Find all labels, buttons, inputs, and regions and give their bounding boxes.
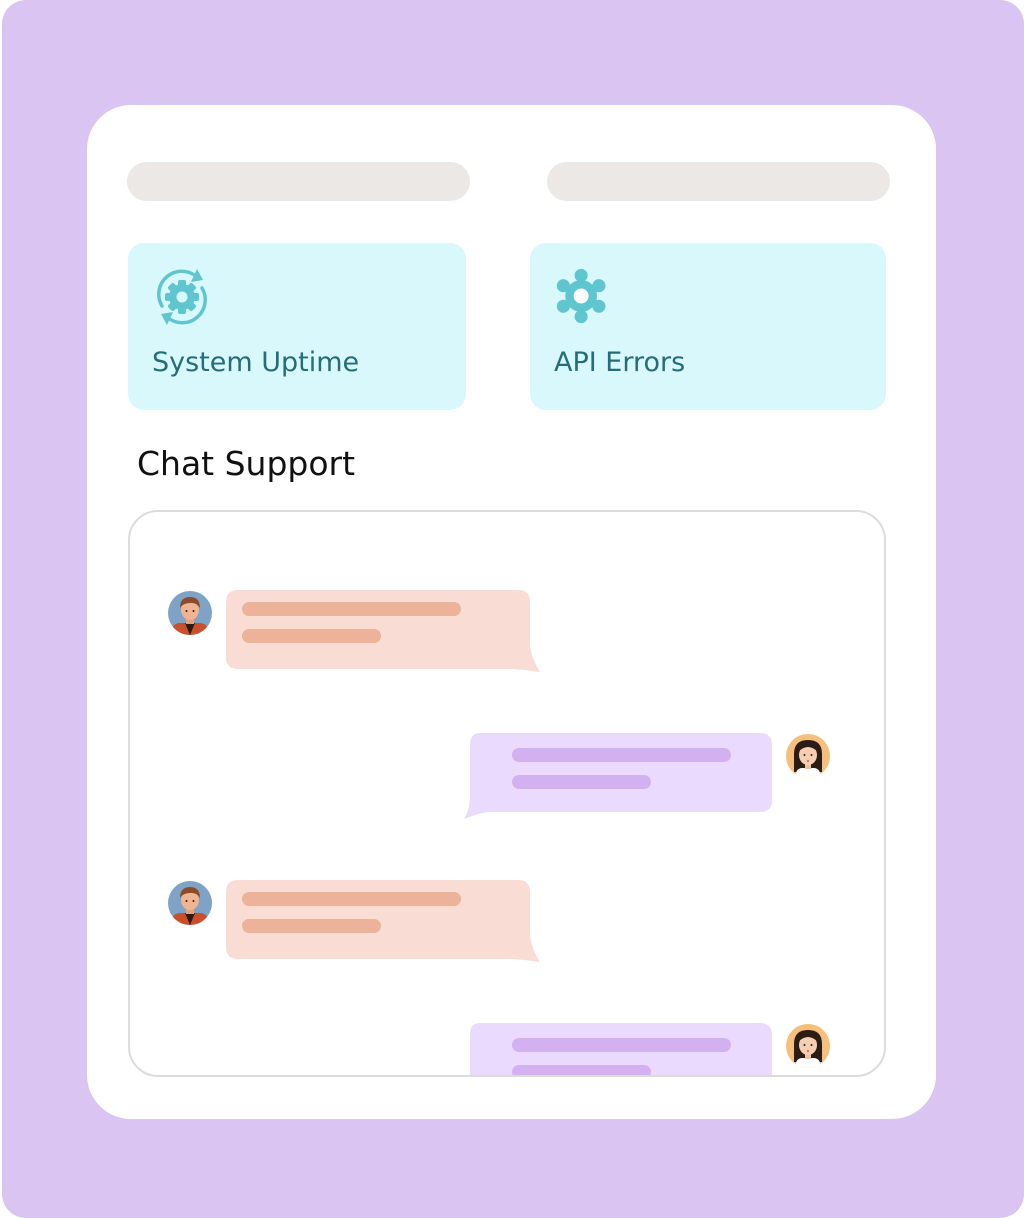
stat-label-api-errors: API Errors	[554, 347, 686, 378]
female-avatar	[786, 734, 830, 778]
male-avatar	[168, 591, 212, 635]
search-placeholder-right[interactable]	[547, 162, 890, 201]
agent-message-bubble	[226, 880, 540, 962]
chat-panel[interactable]	[128, 510, 886, 1077]
agent-message-bubble	[226, 590, 540, 672]
user-message-bubble	[464, 733, 772, 819]
gear-icon	[556, 268, 606, 324]
gear-refresh-icon	[157, 269, 207, 325]
user-message-bubble	[470, 1023, 772, 1075]
stat-card-api-errors[interactable]: API Errors	[530, 243, 886, 410]
search-placeholder-left[interactable]	[127, 162, 470, 201]
female-avatar	[786, 1024, 830, 1068]
stat-card-system-uptime[interactable]: System Uptime	[128, 243, 466, 410]
stat-label-system-uptime: System Uptime	[152, 347, 360, 378]
chat-support-title: Chat Support	[137, 444, 356, 483]
male-avatar	[168, 881, 212, 925]
